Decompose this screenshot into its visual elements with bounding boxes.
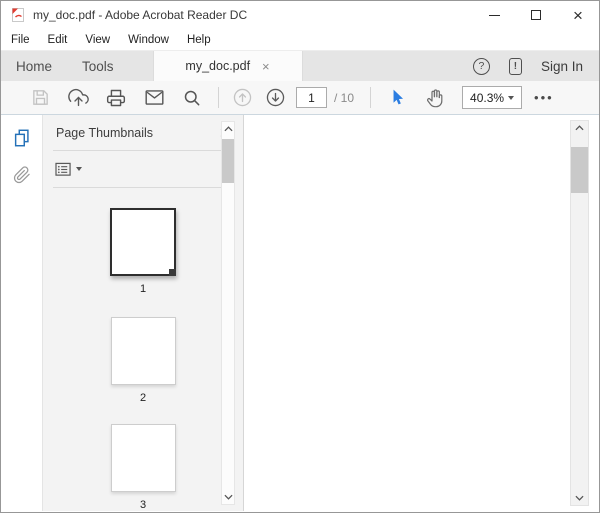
save-button[interactable] <box>21 84 59 111</box>
email-button[interactable] <box>135 84 173 111</box>
panel-title: Page Thumbnails <box>56 125 154 140</box>
minimize-icon <box>488 14 500 16</box>
select-tool-button[interactable] <box>378 84 416 111</box>
thumbnail-resize-handle[interactable] <box>169 269 176 277</box>
mobile-notification-button[interactable]: ! <box>508 57 522 75</box>
tab-home[interactable]: Home <box>1 51 67 81</box>
tab-document[interactable]: my_doc.pdf × <box>152 51 303 81</box>
attachments-panel-button[interactable] <box>13 166 31 187</box>
next-page-icon <box>266 88 285 107</box>
window-controls: × <box>473 1 599 29</box>
window-title: my_doc.pdf - Adobe Acrobat Reader DC <box>33 8 248 22</box>
navigation-icon-strip <box>1 115 43 511</box>
page-thumbnail-3[interactable] <box>110 424 176 493</box>
toolbar-separator <box>370 87 372 108</box>
close-button[interactable]: × <box>557 1 599 29</box>
more-tools-button[interactable]: ••• <box>534 90 554 105</box>
tab-bar: Home Tools my_doc.pdf × ? ! Sign In <box>1 50 599 81</box>
scrollbar-thumb[interactable] <box>571 147 588 193</box>
titlebar: my_doc.pdf - Adobe Acrobat Reader DC × <box>1 1 599 29</box>
upload-cloud-icon <box>67 88 89 107</box>
hand-tool-button[interactable] <box>416 84 454 111</box>
search-icon <box>184 90 200 105</box>
previous-page-icon <box>233 88 252 107</box>
next-page-button[interactable] <box>259 84 292 111</box>
thumbnail-options-button[interactable] <box>55 162 82 177</box>
save-icon <box>32 90 48 105</box>
tab-tools[interactable]: Tools <box>67 51 129 81</box>
mobile-device-icon: ! <box>513 60 518 72</box>
email-icon <box>144 90 164 105</box>
sign-in-button[interactable]: Sign In <box>541 59 583 74</box>
tab-close-icon[interactable]: × <box>262 60 270 73</box>
scroll-up-icon[interactable] <box>222 122 234 136</box>
document-tab-label: my_doc.pdf <box>185 59 251 73</box>
menubar: File Edit View Window Help <box>1 29 599 50</box>
document-scrollbar[interactable] <box>570 120 589 506</box>
page-number-input[interactable] <box>296 87 327 108</box>
document-view[interactable] <box>244 115 599 511</box>
page-thumbnails-panel-button[interactable] <box>12 128 32 151</box>
pdf-file-icon <box>12 8 24 22</box>
scroll-down-icon[interactable] <box>222 490 234 504</box>
menu-view[interactable]: View <box>76 34 119 46</box>
maximize-icon <box>531 10 541 20</box>
share-upload-button[interactable] <box>59 84 97 111</box>
main-toolbar: / 10 40.3% ••• <box>1 81 599 115</box>
menu-edit[interactable]: Edit <box>39 34 77 46</box>
scroll-down-icon[interactable] <box>571 491 588 505</box>
thumbnail-list: 1 2 3 <box>43 188 243 511</box>
hand-tool-icon <box>426 89 442 108</box>
options-caret-icon <box>76 167 82 171</box>
minimize-button[interactable] <box>473 1 515 29</box>
menu-window[interactable]: Window <box>119 34 178 46</box>
page-thumbnail-1[interactable] <box>110 208 176 277</box>
window-body: Page Thumbnails × 1 2 <box>1 115 599 511</box>
toolbar-separator <box>218 87 219 108</box>
search-button[interactable] <box>173 84 211 111</box>
attachments-icon <box>13 166 30 184</box>
print-button[interactable] <box>97 84 135 111</box>
page-thumbnails-panel: Page Thumbnails × 1 2 <box>43 115 244 511</box>
close-icon: × <box>573 5 583 25</box>
panel-header: Page Thumbnails × <box>43 115 243 150</box>
page-total-label: / 10 <box>334 90 355 105</box>
thumbnail-scrollbar[interactable] <box>221 121 235 505</box>
help-icon: ? <box>478 60 485 72</box>
menu-file[interactable]: File <box>11 34 39 46</box>
scrollbar-thumb[interactable] <box>222 139 234 183</box>
thumbnail-options-icon <box>55 162 71 176</box>
page-thumbnail-2[interactable] <box>110 317 176 386</box>
help-button[interactable]: ? <box>472 57 490 75</box>
menu-help[interactable]: Help <box>178 34 220 46</box>
scroll-up-icon[interactable] <box>571 121 588 135</box>
zoom-dropdown-caret-icon <box>508 95 515 100</box>
panel-toolbar <box>43 151 243 187</box>
zoom-level-dropdown[interactable]: 40.3% <box>462 86 523 109</box>
thumbnail-page-number: 2 <box>139 392 147 405</box>
page-thumbnails-icon <box>14 129 29 147</box>
maximize-button[interactable] <box>515 1 557 29</box>
tabbar-right-actions: ? ! Sign In <box>472 51 599 81</box>
print-icon <box>106 89 126 106</box>
previous-page-button[interactable] <box>226 84 259 111</box>
thumbnail-page-number: 1 <box>139 283 147 296</box>
select-tool-icon <box>393 89 403 105</box>
zoom-level-value: 40.3% <box>470 90 505 105</box>
acrobat-reader-window: { "window": { "title": "my_doc.pdf - Ado… <box>0 0 600 513</box>
thumbnail-page-number: 3 <box>139 499 147 511</box>
